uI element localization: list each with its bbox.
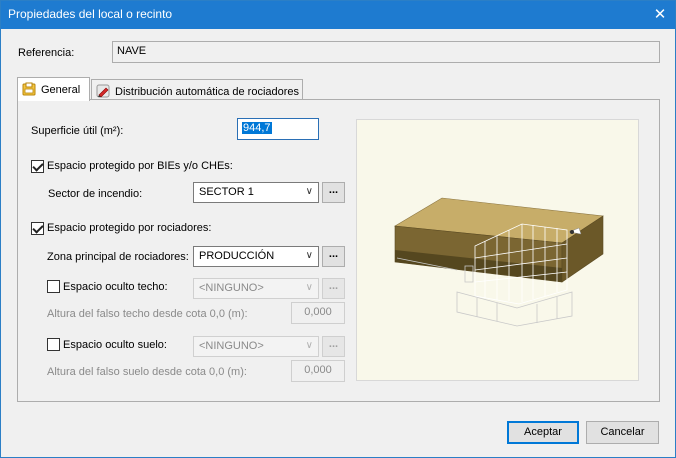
altura-techo-input[interactable]: 0,000: [291, 302, 345, 324]
window-title: Propiedades del local o recinto: [8, 7, 173, 21]
altura-techo-value: 0,000: [304, 306, 332, 318]
superficie-input[interactable]: 944,7: [237, 118, 319, 140]
bies-label: Espacio protegido por BIEs y/o CHEs:: [47, 160, 233, 172]
oculto-suelo-value: <NINGUNO>: [199, 340, 264, 352]
chevron-down-icon: ∨: [305, 282, 313, 293]
rociadores-checkbox[interactable]: [31, 222, 44, 235]
oculto-techo-more-button[interactable]: ...: [322, 278, 345, 299]
oculto-techo-select[interactable]: <NINGUNO> ∨: [193, 278, 319, 299]
superficie-value: 944,7: [242, 122, 272, 134]
cancel-button[interactable]: Cancelar: [586, 421, 659, 444]
altura-suelo-input[interactable]: 0,000: [291, 360, 345, 382]
chevron-down-icon: ∨: [305, 250, 313, 261]
bies-checkbox[interactable]: [31, 160, 44, 173]
referencia-label: Referencia:: [18, 47, 75, 59]
oculto-suelo-select[interactable]: <NINGUNO> ∨: [193, 336, 319, 357]
tab-general-label: General: [41, 84, 81, 96]
zona-more-button[interactable]: ...: [322, 246, 345, 267]
sector-select[interactable]: SECTOR 1 ∨: [193, 182, 319, 203]
sector-value: SECTOR 1: [199, 186, 254, 198]
sprinkler-pencil-icon: [96, 84, 110, 98]
chevron-down-icon: ∨: [305, 186, 313, 197]
altura-suelo-label: Altura del falso suelo desde cota 0,0 (m…: [47, 366, 247, 378]
oculto-suelo-label: Espacio oculto suelo:: [63, 339, 167, 351]
zona-label: Zona principal de rociadores:: [47, 251, 189, 263]
oculto-suelo-more-button[interactable]: ...: [322, 336, 345, 357]
building-3d-preview[interactable]: [356, 119, 639, 381]
tab-general[interactable]: General: [17, 77, 90, 101]
sector-more-button[interactable]: ...: [322, 182, 345, 203]
referencia-field[interactable]: NAVE: [112, 41, 660, 63]
title-bar[interactable]: Propiedades del local o recinto ✕: [1, 1, 675, 29]
close-button[interactable]: ✕: [645, 1, 675, 29]
sector-label: Sector de incendio:: [48, 188, 143, 200]
accept-button[interactable]: Aceptar: [507, 421, 579, 444]
tab-distribucion-label: Distribución automática de rociadores: [115, 86, 300, 98]
oculto-techo-checkbox[interactable]: [47, 280, 60, 293]
building-3d-model: [394, 197, 604, 327]
zona-select[interactable]: PRODUCCIÓN ∨: [193, 246, 319, 267]
oculto-techo-value: <NINGUNO>: [199, 282, 264, 294]
zona-value: PRODUCCIÓN: [199, 250, 275, 262]
chevron-down-icon: ∨: [305, 340, 313, 351]
tab-distribucion[interactable]: Distribución automática de rociadores: [91, 79, 303, 101]
rociadores-label: Espacio protegido por rociadores:: [47, 222, 212, 234]
general-tab-icon: [22, 82, 36, 96]
oculto-techo-label: Espacio oculto techo:: [63, 281, 168, 293]
altura-techo-label: Altura del falso techo desde cota 0,0 (m…: [47, 308, 248, 320]
oculto-suelo-checkbox[interactable]: [47, 338, 60, 351]
altura-suelo-value: 0,000: [304, 364, 332, 376]
superficie-label: Superficie útil (m²):: [31, 125, 124, 137]
referencia-value: NAVE: [117, 45, 147, 57]
dialog-window: Propiedades del local o recinto ✕ Refere…: [0, 0, 676, 458]
